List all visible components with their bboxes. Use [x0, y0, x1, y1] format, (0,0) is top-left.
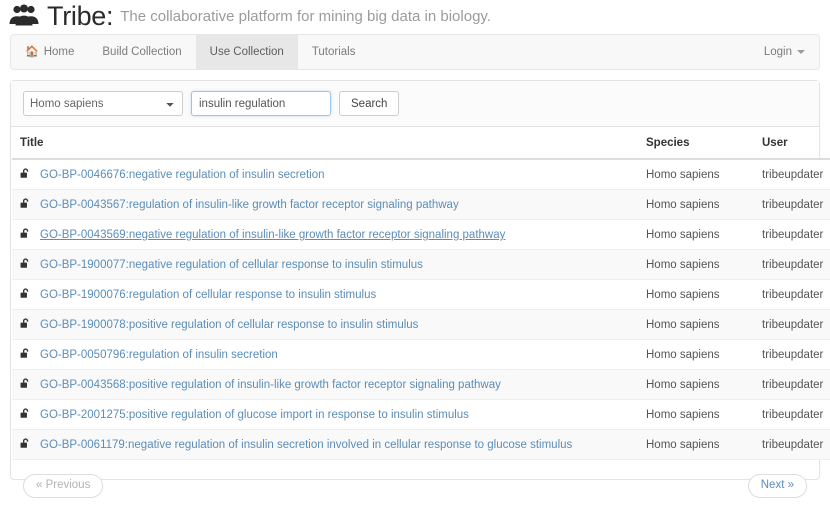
cell-species: Homo sapiens: [638, 399, 754, 430]
collection-title-link[interactable]: GO-BP-0043569:negative regulation of ins…: [40, 229, 505, 241]
unlock-icon: [20, 378, 29, 388]
cell-species: Homo sapiens: [638, 189, 754, 220]
nav-item-home[interactable]: 🏠 Home: [11, 35, 88, 69]
unlock-icon: [20, 438, 29, 448]
nav-item-tutorials-label: Tutorials: [311, 46, 356, 58]
previous-page-button[interactable]: « Previous: [23, 474, 104, 498]
brand-header: Tribe: The collaborative platform for mi…: [0, 0, 830, 34]
cell-user: tribeupdater: [754, 249, 830, 280]
nav-item-build-collection-label: Build Collection: [102, 46, 182, 58]
results-table-wrap: Title Species User GO-BP-0046676:negativ…: [11, 127, 830, 460]
cell-title: GO-BP-0050796:regulation of insulin secr…: [12, 339, 638, 370]
table-row[interactable]: GO-BP-0050796:regulation of insulin secr…: [12, 339, 830, 370]
search-button[interactable]: Search: [339, 91, 400, 116]
collection-title-link[interactable]: GO-BP-1900076:regulation of cellular res…: [40, 289, 376, 301]
cell-user: tribeupdater: [754, 339, 830, 370]
next-page-button[interactable]: Next »: [747, 474, 807, 498]
collection-title-link[interactable]: GO-BP-0043567:regulation of insulin-like…: [40, 199, 459, 211]
unlock-icon: [20, 288, 29, 298]
cell-user: tribeupdater: [754, 309, 830, 340]
nav-item-build-collection[interactable]: Build Collection: [88, 35, 195, 69]
unlock-icon: [20, 258, 29, 268]
species-select[interactable]: Homo sapiens: [23, 91, 183, 116]
results-table: Title Species User GO-BP-0046676:negativ…: [12, 127, 830, 460]
cell-species: Homo sapiens: [638, 339, 754, 370]
collection-title-link[interactable]: GO-BP-1900078:positive regulation of cel…: [40, 319, 418, 331]
cell-user: tribeupdater: [754, 159, 830, 190]
collection-title-link[interactable]: GO-BP-2001275:positive regulation of glu…: [40, 409, 469, 421]
unlock-icon: [20, 348, 29, 358]
column-header-species: Species: [638, 127, 754, 160]
cell-species: Homo sapiens: [638, 369, 754, 400]
table-row[interactable]: GO-BP-0043569:negative regulation of ins…: [12, 219, 830, 250]
main-navbar: 🏠 Home Build Collection Use Collection T…: [10, 34, 820, 70]
cell-title: GO-BP-2001275:positive regulation of glu…: [12, 399, 638, 430]
login-dropdown[interactable]: Login: [750, 35, 819, 69]
unlock-icon: [20, 318, 29, 328]
table-row[interactable]: GO-BP-2001275:positive regulation of glu…: [12, 399, 830, 430]
cell-species: Homo sapiens: [638, 219, 754, 250]
caret-down-icon: [797, 50, 805, 54]
results-table-head: Title Species User: [12, 127, 830, 160]
brand-tagline: The collaborative platform for mining bi…: [120, 7, 491, 25]
cell-species: Homo sapiens: [638, 309, 754, 340]
table-row[interactable]: GO-BP-1900077:negative regulation of cel…: [12, 249, 830, 280]
collection-title-link[interactable]: GO-BP-0043568:positive regulation of ins…: [40, 379, 501, 391]
brand-name: Tribe:: [47, 0, 114, 31]
cell-user: tribeupdater: [754, 369, 830, 400]
cell-user: tribeupdater: [754, 189, 830, 220]
table-row[interactable]: GO-BP-0061179:negative regulation of ins…: [12, 429, 830, 460]
collection-title-link[interactable]: GO-BP-0061179:negative regulation of ins…: [40, 439, 572, 451]
column-header-user: User: [754, 127, 830, 160]
cell-title: GO-BP-0043567:regulation of insulin-like…: [12, 189, 638, 220]
table-row[interactable]: GO-BP-0043567:regulation of insulin-like…: [12, 189, 830, 220]
cell-user: tribeupdater: [754, 429, 830, 460]
cell-species: Homo sapiens: [638, 249, 754, 280]
cell-title: GO-BP-1900077:negative regulation of cel…: [12, 249, 638, 280]
cell-title: GO-BP-1900078:positive regulation of cel…: [12, 309, 638, 340]
search-bar: Homo sapiens Search: [11, 81, 819, 127]
users-group-icon: [9, 4, 39, 26]
unlock-icon: [20, 408, 29, 418]
nav-item-use-collection[interactable]: Use Collection: [195, 35, 298, 69]
results-table-body: GO-BP-0046676:negative regulation of ins…: [12, 159, 830, 460]
cell-species: Homo sapiens: [638, 279, 754, 310]
table-header-row: Title Species User: [12, 127, 830, 160]
column-header-title: Title: [12, 127, 638, 160]
unlock-icon: [20, 228, 29, 238]
cell-user: tribeupdater: [754, 399, 830, 430]
nav-item-use-collection-label: Use Collection: [209, 46, 284, 58]
table-row[interactable]: GO-BP-1900078:positive regulation of cel…: [12, 309, 830, 340]
keyword-input[interactable]: [191, 91, 331, 116]
cell-title: GO-BP-1900076:regulation of cellular res…: [12, 279, 638, 310]
nav-right: Login: [750, 35, 819, 69]
collection-title-link[interactable]: GO-BP-0050796:regulation of insulin secr…: [40, 349, 278, 361]
cell-user: tribeupdater: [754, 279, 830, 310]
table-row[interactable]: GO-BP-0043568:positive regulation of ins…: [12, 369, 830, 400]
collection-title-link[interactable]: GO-BP-0046676:negative regulation of ins…: [40, 169, 324, 181]
table-row[interactable]: GO-BP-0046676:negative regulation of ins…: [12, 159, 830, 190]
pagination: « Previous Next »: [11, 460, 819, 514]
login-label: Login: [763, 46, 792, 58]
unlock-icon: [20, 198, 29, 208]
cell-species: Homo sapiens: [638, 429, 754, 460]
cell-title: GO-BP-0043568:positive regulation of ins…: [12, 369, 638, 400]
table-row[interactable]: GO-BP-1900076:regulation of cellular res…: [12, 279, 830, 310]
cell-title: GO-BP-0043569:negative regulation of ins…: [12, 219, 638, 250]
home-icon: 🏠: [25, 45, 39, 58]
unlock-icon: [20, 168, 29, 178]
nav-items: 🏠 Home Build Collection Use Collection T…: [11, 35, 369, 69]
cell-title: GO-BP-0046676:negative regulation of ins…: [12, 159, 638, 190]
nav-item-home-label: Home: [43, 46, 75, 58]
results-panel: Homo sapiens Search Title Species User G…: [10, 80, 830, 498]
cell-user: tribeupdater: [754, 219, 830, 250]
collection-title-link[interactable]: GO-BP-1900077:negative regulation of cel…: [40, 259, 423, 271]
cell-species: Homo sapiens: [638, 159, 754, 190]
cell-title: GO-BP-0061179:negative regulation of ins…: [12, 429, 638, 460]
nav-item-tutorials[interactable]: Tutorials: [298, 35, 370, 69]
